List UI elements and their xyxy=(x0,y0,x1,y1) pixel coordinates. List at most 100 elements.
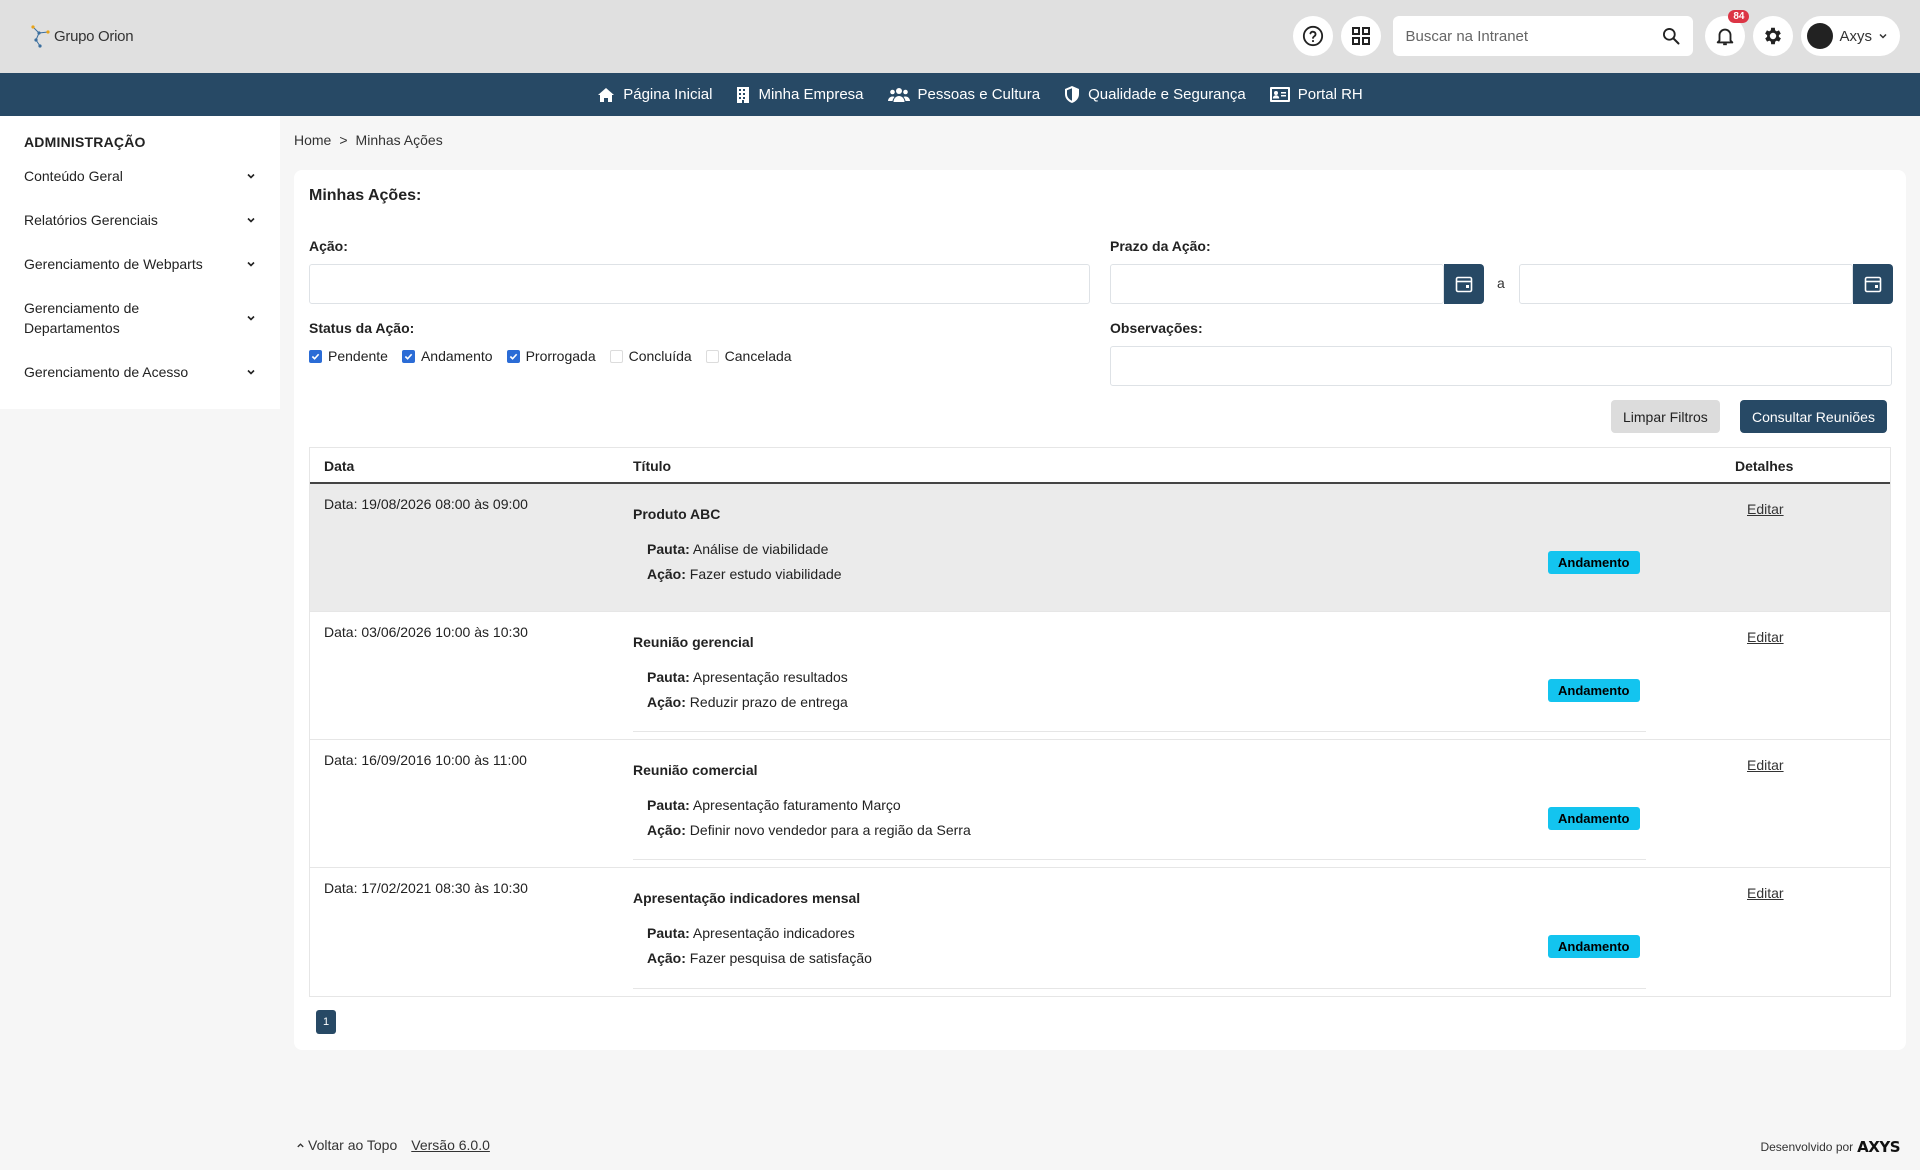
clear-filters-button[interactable]: Limpar Filtros xyxy=(1611,400,1720,433)
checkbox-checked[interactable] xyxy=(401,349,415,363)
row-acao: Ação: Fazer estudo viabilidade xyxy=(647,566,842,582)
pauta-value: Apresentação indicadores xyxy=(692,925,855,941)
table-row: Data: 16/09/2016 10:00 às 11:00 Reunião … xyxy=(310,740,1890,868)
nav-label: Minha Empresa xyxy=(758,86,864,103)
sidebar-item-gerenciamento-webparts[interactable]: Gerenciamento de Webparts xyxy=(24,254,256,274)
chevron-down-icon xyxy=(247,173,255,179)
edit-link[interactable]: Editar xyxy=(1747,501,1784,517)
sidebar-item-relatorios-gerenciais[interactable]: Relatórios Gerenciais xyxy=(24,210,256,230)
row-divider xyxy=(633,988,1646,989)
status-checkbox-prorrogada[interactable]: Prorrogada xyxy=(506,348,596,364)
edit-link[interactable]: Editar xyxy=(1747,885,1784,901)
nav-item-minha-empresa[interactable]: Minha Empresa xyxy=(736,86,864,103)
bell-icon xyxy=(1717,28,1734,46)
footer-left: Voltar ao Topo Versão 6.0.0 xyxy=(296,1137,490,1153)
table-row: Data: 17/02/2021 08:30 às 10:30 Apresent… xyxy=(310,868,1890,996)
observacoes-input[interactable] xyxy=(1110,346,1892,386)
row-title: Reunião comercial xyxy=(633,762,758,778)
chevron-down-icon xyxy=(247,217,255,223)
chevron-up-icon xyxy=(297,1142,304,1147)
nav-item-pessoas-cultura[interactable]: Pessoas e Cultura xyxy=(887,86,1041,103)
nav-label: Pessoas e Cultura xyxy=(917,86,1041,103)
status-checkbox-cancelada[interactable]: Cancelada xyxy=(705,348,792,364)
grid-icon xyxy=(1352,27,1371,45)
nav-label: Página Inicial xyxy=(623,86,713,103)
status-checkbox-concluida[interactable]: Concluída xyxy=(609,348,692,364)
prazo-end-input[interactable] xyxy=(1519,264,1853,304)
user-menu[interactable]: Axys xyxy=(1801,16,1900,56)
nav-item-pagina-inicial[interactable]: Página Inicial xyxy=(597,86,712,103)
acao-value: Reduzir prazo de entrega xyxy=(689,694,848,710)
edit-link[interactable]: Editar xyxy=(1747,757,1784,773)
help-button[interactable] xyxy=(1293,16,1334,56)
breadcrumb-separator: > xyxy=(339,132,348,148)
sidebar-item-gerenciamento-acesso[interactable]: Gerenciamento de Acesso xyxy=(24,362,256,382)
checkbox-checked[interactable] xyxy=(309,349,322,363)
checkbox-unchecked[interactable] xyxy=(705,349,719,363)
notifications-button[interactable]: 84 xyxy=(1705,10,1750,56)
brand-logo[interactable]: Grupo Orion xyxy=(30,24,134,48)
prazo-start-input[interactable] xyxy=(1110,264,1444,304)
prazo-end-calendar-button[interactable] xyxy=(1853,264,1893,304)
acao-label: Ação: xyxy=(309,238,348,254)
breadcrumb-home-link[interactable]: Home xyxy=(294,132,331,148)
checkbox-checked[interactable] xyxy=(506,349,520,363)
page-title: Minhas Ações: xyxy=(309,187,422,204)
version-link[interactable]: Versão 6.0.0 xyxy=(411,1137,490,1153)
status-checkbox-pendente[interactable]: Pendente xyxy=(309,348,388,364)
checkbox-label: Cancelada xyxy=(724,348,792,364)
row-title: Apresentação indicadores mensal xyxy=(633,890,861,906)
sidebar-item-conteudo-geral[interactable]: Conteúdo Geral xyxy=(24,166,256,186)
row-pauta: Pauta: Apresentação resultados xyxy=(647,669,848,685)
status-badge: Andamento xyxy=(1548,551,1640,574)
checkbox-unchecked[interactable] xyxy=(609,349,623,363)
check-icon xyxy=(509,353,517,360)
nav-item-portal-rh[interactable]: Portal RH xyxy=(1269,86,1363,103)
row-title: Produto ABC xyxy=(633,506,721,522)
sidebar-item-label: Gerenciamento de Webparts xyxy=(24,256,203,272)
status-badge: Andamento xyxy=(1548,679,1640,702)
acao-label: Ação: xyxy=(647,694,686,710)
top-bar: Grupo Orion 84 Axys xyxy=(0,0,1920,73)
pauta-value: Análise de viabilidade xyxy=(692,541,829,557)
back-to-top-label: Voltar ao Topo xyxy=(308,1137,398,1153)
sidebar-item-label: Relatórios Gerenciais xyxy=(24,212,158,228)
search-input[interactable] xyxy=(1405,27,1662,45)
search-meetings-button[interactable]: Consultar Reuniões xyxy=(1740,400,1887,433)
apps-button[interactable] xyxy=(1341,16,1382,56)
status-checkbox-andamento[interactable]: Andamento xyxy=(401,348,493,364)
row-date: Data: 17/02/2021 08:30 às 10:30 xyxy=(324,880,528,896)
pauta-value: Apresentação resultados xyxy=(692,669,848,685)
pauta-label: Pauta: xyxy=(647,925,690,941)
nav-item-qualidade-seguranca[interactable]: Qualidade e Segurança xyxy=(1064,86,1246,103)
acao-label: Ação: xyxy=(647,822,686,838)
row-title: Reunião gerencial xyxy=(633,634,754,650)
edit-link[interactable]: Editar xyxy=(1747,629,1784,645)
pauta-label: Pauta: xyxy=(647,541,690,557)
developer-logo[interactable]: AXYS xyxy=(1857,1138,1900,1156)
settings-button[interactable] xyxy=(1753,16,1794,56)
users-icon xyxy=(887,87,910,102)
sidebar-item-label: Gerenciamento de Acesso xyxy=(24,364,189,380)
acao-value: Definir novo vendedor para a região da S… xyxy=(689,822,971,838)
question-circle-icon xyxy=(1303,25,1324,47)
nav-label: Qualidade e Segurança xyxy=(1088,86,1246,103)
search-icon[interactable] xyxy=(1661,26,1681,46)
check-icon xyxy=(311,353,320,360)
sidebar-item-gerenciamento-departamentos[interactable]: Gerenciamento de Departamentos xyxy=(24,298,256,338)
nav-label: Portal RH xyxy=(1297,86,1363,103)
table-row: Data: 19/08/2026 08:00 às 09:00 Produto … xyxy=(310,484,1890,612)
row-pauta: Pauta: Apresentação faturamento Março xyxy=(647,797,901,813)
chevron-down-icon xyxy=(247,261,255,267)
row-acao: Ação: Definir novo vendedor para a regiã… xyxy=(647,822,971,838)
status-label: Status da Ação: xyxy=(309,320,415,336)
row-acao: Ação: Reduzir prazo de entrega xyxy=(647,694,848,710)
calendar-icon xyxy=(1455,276,1473,293)
notification-badge: 84 xyxy=(1728,10,1750,23)
pagination-page-button[interactable]: 1 xyxy=(316,1010,336,1034)
prazo-start-calendar-button[interactable] xyxy=(1444,264,1484,304)
row-date: Data: 19/08/2026 08:00 às 09:00 xyxy=(324,496,528,512)
main-nav: Página Inicial Minha Empresa Pessoas e C… xyxy=(0,73,1920,116)
acao-input[interactable] xyxy=(309,264,1090,304)
back-to-top-link[interactable]: Voltar ao Topo xyxy=(296,1137,397,1153)
